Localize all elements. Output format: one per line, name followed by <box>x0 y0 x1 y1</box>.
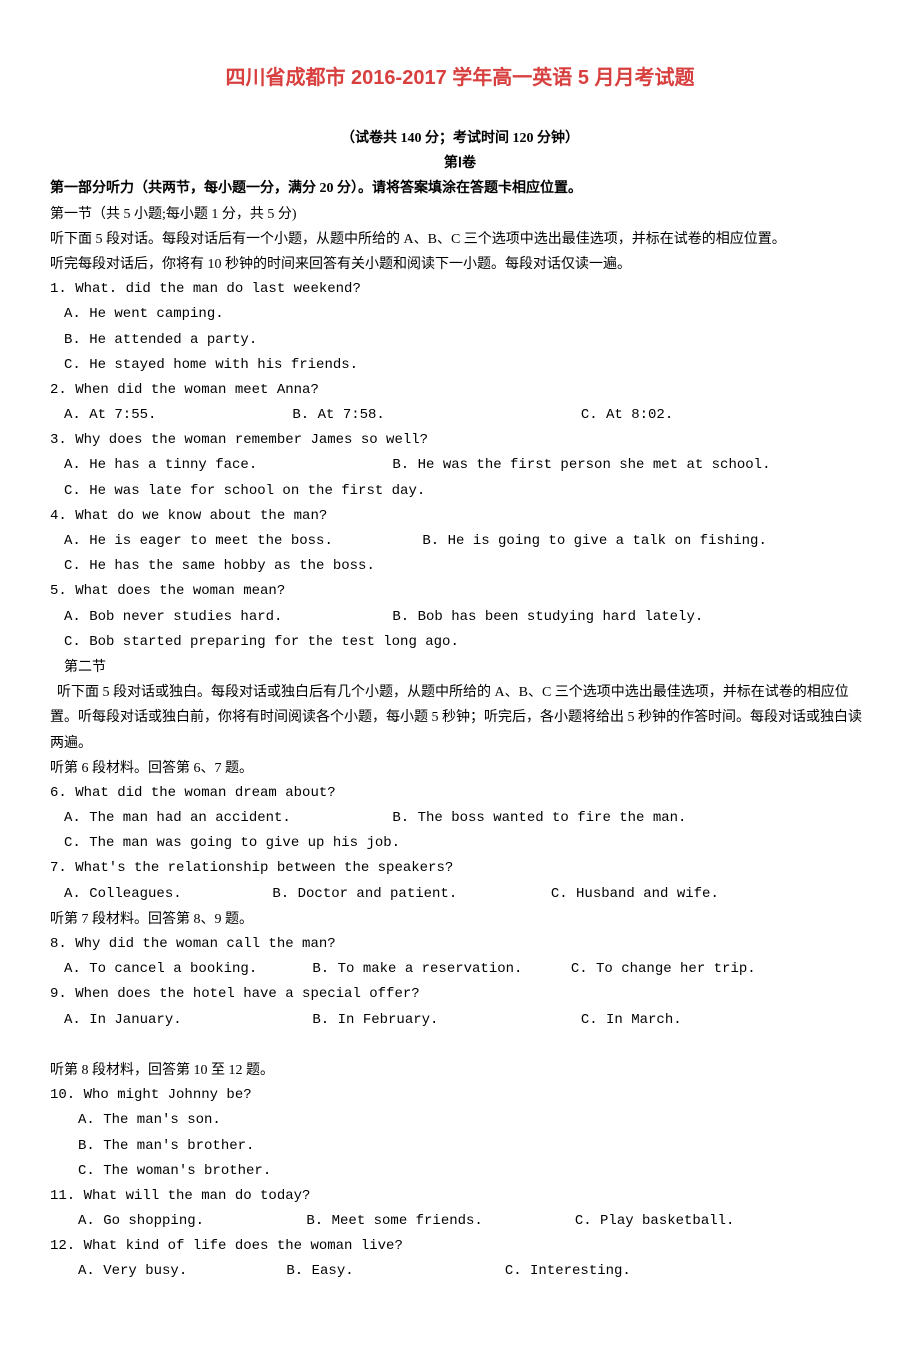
q12-option-b: B. Easy. <box>286 1259 496 1284</box>
q8-option-a: A. To cancel a booking. <box>64 957 304 982</box>
q10-option-b: B. The man's brother. <box>50 1134 870 1159</box>
question-11: 11. What will the man do today? A. Go sh… <box>50 1184 870 1234</box>
question-4: 4. What do we know about the man? A. He … <box>50 504 870 580</box>
q3-option-b: B. He was the first person she met at sc… <box>392 453 770 478</box>
question-2: 2. When did the woman meet Anna? A. At 7… <box>50 378 870 428</box>
q6-option-a: A. The man had an accident. <box>64 806 384 831</box>
q7-option-b: B. Doctor and patient. <box>272 882 542 907</box>
q3-stem: 3. Why does the woman remember James so … <box>50 428 870 453</box>
q4-stem: 4. What do we know about the man? <box>50 504 870 529</box>
q9-option-a: A. In January. <box>64 1008 304 1033</box>
q5-stem: 5. What does the woman mean? <box>50 579 870 604</box>
q9-option-c: C. In March. <box>581 1008 682 1033</box>
material-6-header: 听第 6 段材料。回答第 6、7 题。 <box>50 756 870 781</box>
q7-option-c: C. Husband and wife. <box>551 882 719 907</box>
q8-option-c: C. To change her trip. <box>571 957 756 982</box>
q11-option-c: C. Play basketball. <box>575 1209 735 1234</box>
q6-option-c: C. The man was going to give up his job. <box>50 831 870 856</box>
q6-stem: 6. What did the woman dream about? <box>50 781 870 806</box>
question-9: 9. When does the hotel have a special of… <box>50 982 870 1032</box>
q7-option-a: A. Colleagues. <box>64 882 264 907</box>
material-7-header: 听第 7 段材料。回答第 8、9 题。 <box>50 907 870 932</box>
q6-option-b: B. The boss wanted to fire the man. <box>392 806 686 831</box>
q8-stem: 8. Why did the woman call the man? <box>50 932 870 957</box>
question-5: 5. What does the woman mean? A. Bob neve… <box>50 579 870 655</box>
section1-header: 第一节（共 5 小题;每小题 1 分，共 5 分) <box>50 202 870 227</box>
q5-option-a: A. Bob never studies hard. <box>64 605 384 630</box>
q12-stem: 12. What kind of life does the woman liv… <box>50 1234 870 1259</box>
question-8: 8. Why did the woman call the man? A. To… <box>50 932 870 982</box>
question-10: 10. Who might Johnny be? A. The man's so… <box>50 1083 870 1184</box>
q11-option-b: B. Meet some friends. <box>306 1209 566 1234</box>
question-7: 7. What's the relationship between the s… <box>50 856 870 906</box>
question-6: 6. What did the woman dream about? A. Th… <box>50 781 870 857</box>
q1-option-a: A. He went camping. <box>50 302 870 327</box>
volume-label: 第Ⅰ卷 <box>50 151 870 176</box>
q2-stem: 2. When did the woman meet Anna? <box>50 378 870 403</box>
q10-stem: 10. Who might Johnny be? <box>50 1083 870 1108</box>
q11-stem: 11. What will the man do today? <box>50 1184 870 1209</box>
q1-option-c: C. He stayed home with his friends. <box>50 353 870 378</box>
q4-option-b: B. He is going to give a talk on fishing… <box>422 529 766 554</box>
q5-option-b: B. Bob has been studying hard lately. <box>392 605 703 630</box>
material-8-header: 听第 8 段材料，回答第 10 至 12 题。 <box>50 1058 870 1083</box>
question-3: 3. Why does the woman remember James so … <box>50 428 870 504</box>
q2-option-c: C. At 8:02. <box>581 403 673 428</box>
part1-header: 第一部分听力（共两节，每小题一分，满分 20 分）。请将答案填涂在答题卡相应位置… <box>50 176 870 201</box>
q10-option-a: A. The man's son. <box>50 1108 870 1133</box>
q12-option-a: A. Very busy. <box>78 1259 278 1284</box>
q2-option-a: A. At 7:55. <box>64 403 284 428</box>
section1-instruction-2: 听完每段对话后，你将有 10 秒钟的时间来回答有关小题和阅读下一小题。每段对话仅… <box>50 252 870 277</box>
q2-option-b: B. At 7:58. <box>292 403 572 428</box>
q3-option-c: C. He was late for school on the first d… <box>50 479 870 504</box>
question-1: 1. What. did the man do last weekend? A.… <box>50 277 870 378</box>
q3-option-a: A. He has a tinny face. <box>64 453 384 478</box>
q5-option-c: C. Bob started preparing for the test lo… <box>50 630 870 655</box>
section2-header: 第二节 <box>50 655 870 680</box>
q10-option-c: C. The woman's brother. <box>50 1159 870 1184</box>
q7-stem: 7. What's the relationship between the s… <box>50 856 870 881</box>
q9-stem: 9. When does the hotel have a special of… <box>50 982 870 1007</box>
q8-option-b: B. To make a reservation. <box>312 957 562 982</box>
exam-title: 四川省成都市 2016-2017 学年高一英语 5 月月考试题 <box>50 60 870 96</box>
q1-option-b: B. He attended a party. <box>50 328 870 353</box>
exam-meta: （试卷共 140 分；考试时间 120 分钟） <box>50 126 870 151</box>
q11-option-a: A. Go shopping. <box>78 1209 298 1234</box>
section2-instruction: 听下面 5 段对话或独白。每段对话或独白后有几个小题，从题中所给的 A、B、C … <box>50 680 870 756</box>
q1-stem: 1. What. did the man do last weekend? <box>50 277 870 302</box>
q12-option-c: C. Interesting. <box>505 1259 631 1284</box>
q4-option-a: A. He is eager to meet the boss. <box>64 529 414 554</box>
q9-option-b: B. In February. <box>312 1008 572 1033</box>
question-12: 12. What kind of life does the woman liv… <box>50 1234 870 1284</box>
section1-instruction-1: 听下面 5 段对话。每段对话后有一个小题，从题中所给的 A、B、C 三个选项中选… <box>50 227 870 252</box>
q4-option-c: C. He has the same hobby as the boss. <box>50 554 870 579</box>
